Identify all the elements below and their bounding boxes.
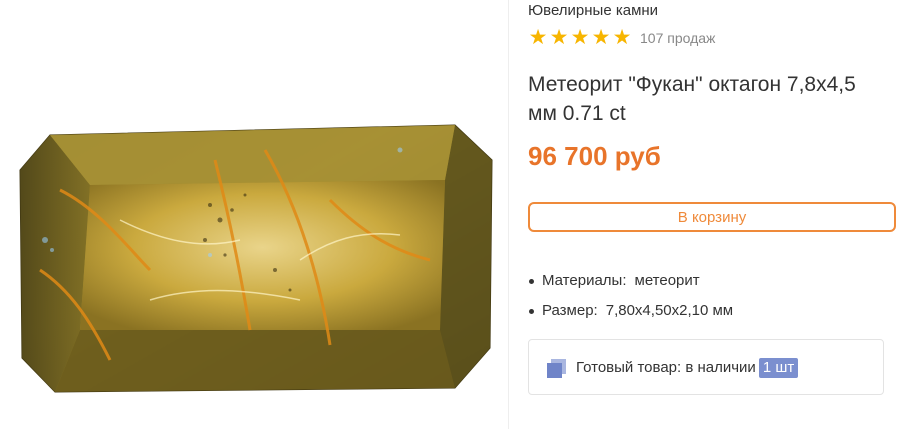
product-category-link[interactable]: Ювелирные камни <box>528 2 658 19</box>
spec-item-materials: Материалы: метеорит <box>528 268 898 298</box>
product-specs-list: Материалы: метеорит Размер: 7,80x4,50x2,10… <box>528 268 898 328</box>
spec-value: 7,80x4,50x2,10 мм <box>605 302 734 319</box>
spec-label: Размер: <box>542 302 598 319</box>
stock-quantity-badge: 1 шт <box>758 358 799 378</box>
product-title: Метеорит "Фукан" октагон 7,8x4,5 мм 0.71… <box>528 73 856 125</box>
product-price: 96 700 руб <box>528 141 661 171</box>
spec-value: метеорит <box>634 272 700 289</box>
stock-status: Готовый товар: в наличии 1 шт <box>576 358 799 378</box>
star-icon: ★ <box>591 26 611 49</box>
star-icon: ★ <box>528 26 548 49</box>
meteorite-gemstone-image[interactable] <box>0 0 508 429</box>
stock-status-text: Готовый товар: в наличии <box>576 359 756 376</box>
rating-row: ★ ★ ★ ★ ★ 107 продаж <box>528 26 716 49</box>
product-image-gallery[interactable] <box>0 0 509 429</box>
add-to-cart-label: В корзину <box>677 208 747 226</box>
stock-availability-box: Готовый товар: в наличии 1 шт <box>528 339 884 395</box>
spec-label: Материалы: <box>542 272 627 289</box>
sales-count: 107 продаж <box>640 30 716 46</box>
add-to-cart-button[interactable]: В корзину <box>528 202 896 232</box>
stack-icon <box>547 359 566 378</box>
star-icon: ★ <box>612 26 632 49</box>
spec-item-size: Размер: 7,80x4,50x2,10 мм <box>528 298 898 328</box>
rating-stars[interactable]: ★ ★ ★ ★ ★ <box>528 26 632 49</box>
product-info-panel: Ювелирные камни ★ ★ ★ ★ ★ 107 продаж Мет… <box>528 0 898 429</box>
star-icon: ★ <box>570 26 590 49</box>
star-icon: ★ <box>549 26 569 49</box>
